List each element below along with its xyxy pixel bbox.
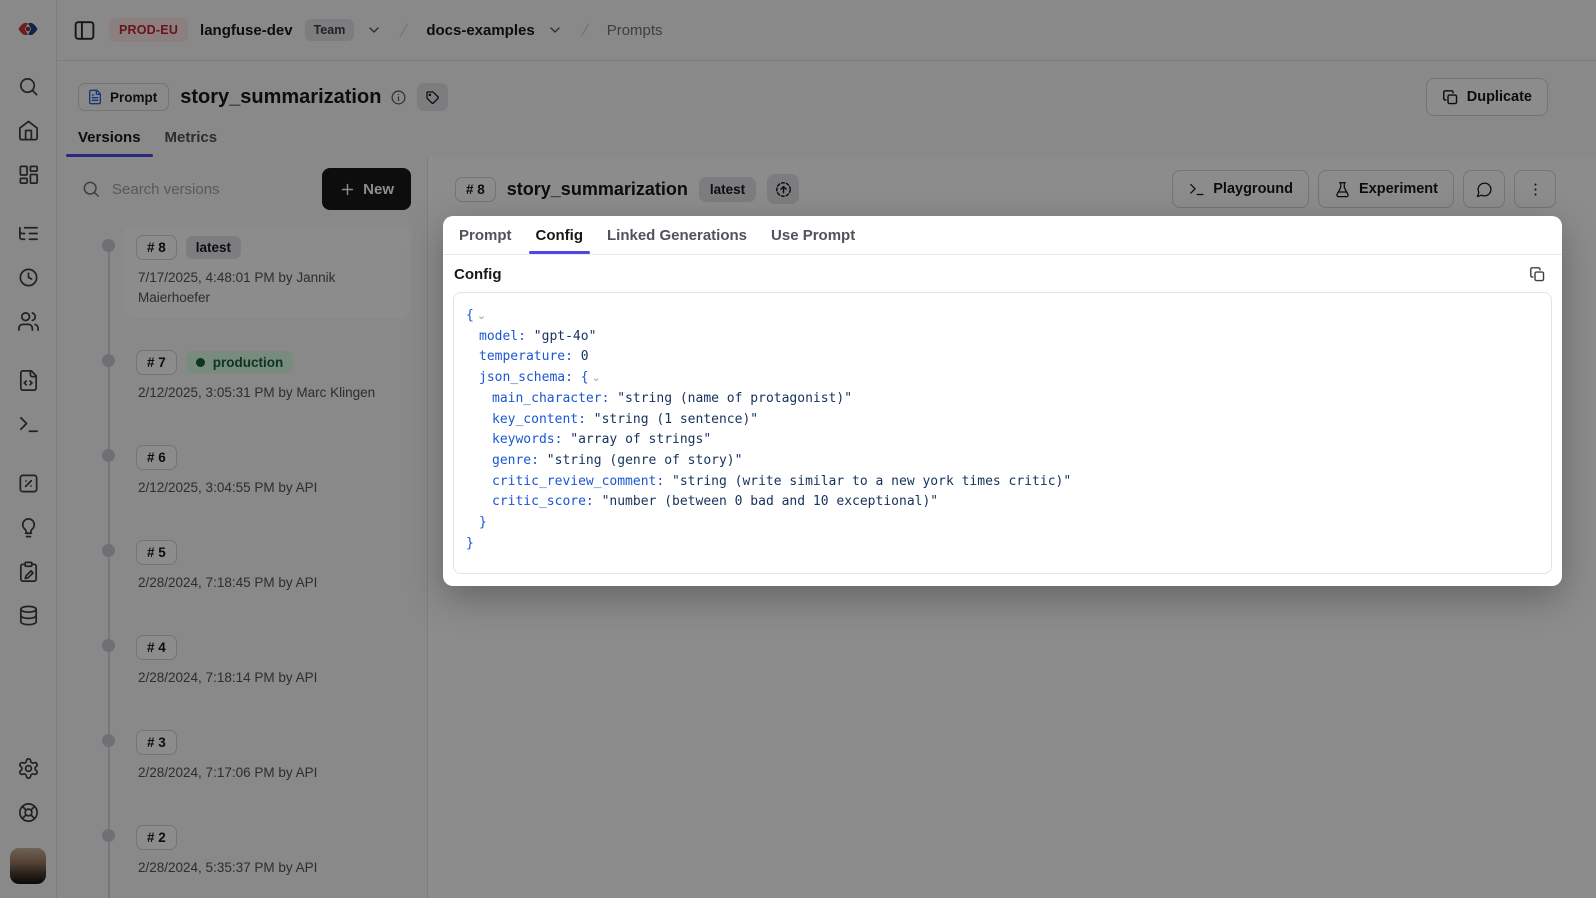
config-code-line: json_schema: {⌄	[466, 368, 1539, 389]
config-code-line: model: "gpt-4o"	[466, 327, 1539, 348]
config-code-line: }	[466, 534, 1539, 555]
config-code[interactable]: {⌄model: "gpt-4o"temperature: 0json_sche…	[453, 292, 1552, 574]
config-code-line: temperature: 0	[466, 347, 1539, 368]
tab-use-prompt[interactable]: Use Prompt	[759, 221, 867, 254]
tab-prompt[interactable]: Prompt	[447, 221, 524, 254]
config-code-line: critic_score: "number (between 0 bad and…	[466, 492, 1539, 513]
config-code-line: main_character: "string (name of protago…	[466, 389, 1539, 410]
config-card-tabs: Prompt Config Linked Generations Use Pro…	[443, 216, 1562, 255]
copy-icon	[1529, 266, 1546, 283]
config-code-line: keywords: "array of strings"	[466, 430, 1539, 451]
tab-linked-generations[interactable]: Linked Generations	[595, 221, 759, 254]
config-code-line: key_content: "string (1 sentence)"	[466, 410, 1539, 431]
config-code-line: }	[466, 513, 1539, 534]
config-section-title: Config	[454, 266, 501, 283]
copy-config-button[interactable]	[1529, 266, 1546, 283]
collapse-chevron-icon[interactable]: ⌄	[592, 372, 601, 384]
config-code-line: {⌄	[466, 306, 1539, 327]
tab-config[interactable]: Config	[524, 221, 595, 254]
collapse-chevron-icon[interactable]: ⌄	[477, 310, 486, 322]
config-card: Prompt Config Linked Generations Use Pro…	[443, 216, 1562, 586]
config-code-line: critic_review_comment: "string (write si…	[466, 472, 1539, 493]
config-code-line: genre: "string (genre of story)"	[466, 451, 1539, 472]
config-section-header: Config	[443, 255, 1562, 292]
